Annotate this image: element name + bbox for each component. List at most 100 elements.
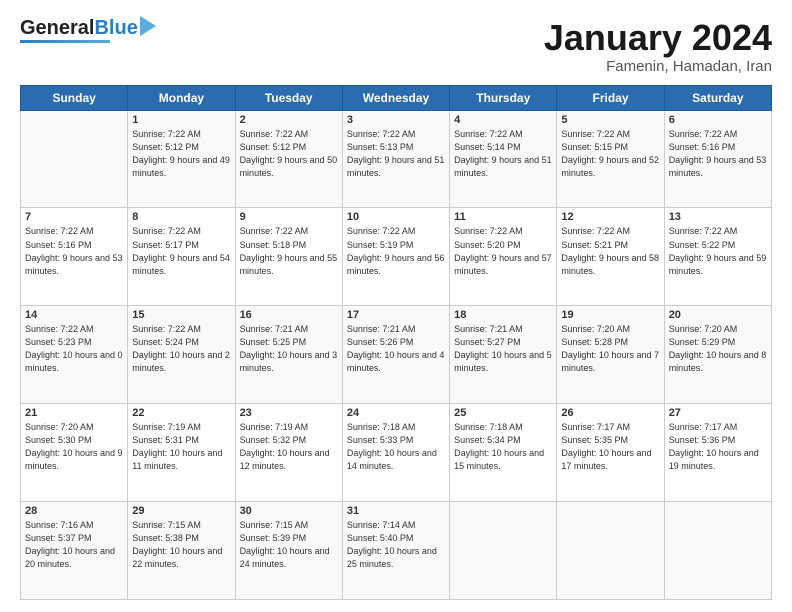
day-number: 5: [561, 114, 659, 126]
calendar-cell: [664, 502, 771, 600]
cell-info: Sunrise: 7:22 AM Sunset: 5:20 PM Dayligh…: [454, 225, 552, 277]
cell-info: Sunrise: 7:22 AM Sunset: 5:12 PM Dayligh…: [240, 128, 338, 180]
cell-info: Sunrise: 7:22 AM Sunset: 5:22 PM Dayligh…: [669, 225, 767, 277]
title-block: January 2024 Famenin, Hamadan, Iran: [544, 18, 772, 75]
cell-info: Sunrise: 7:22 AM Sunset: 5:18 PM Dayligh…: [240, 225, 338, 277]
calendar-body: 1 Sunrise: 7:22 AM Sunset: 5:12 PM Daylig…: [21, 110, 772, 599]
day-number: 31: [347, 505, 445, 517]
cell-info: Sunrise: 7:22 AM Sunset: 5:15 PM Dayligh…: [561, 128, 659, 180]
weekday-header-cell: Monday: [128, 85, 235, 110]
calendar-cell: [557, 502, 664, 600]
calendar-week-row: 21Sunrise: 7:20 AM Sunset: 5:30 PM Dayli…: [21, 404, 772, 502]
logo: GeneralBlue: [20, 18, 156, 43]
calendar-cell: 4Sunrise: 7:22 AM Sunset: 5:14 PM Daylig…: [450, 110, 557, 208]
day-number: 14: [25, 309, 123, 321]
day-number: 7: [25, 211, 123, 223]
day-number: 20: [669, 309, 767, 321]
calendar-cell: 19Sunrise: 7:20 AM Sunset: 5:28 PM Dayli…: [557, 306, 664, 404]
calendar-week-row: 14 Sunrise: 7:22 AM Sunset: 5:23 PM Dayli…: [21, 306, 772, 404]
calendar-cell: 5 Sunrise: 7:22 AM Sunset: 5:15 PM Daylig…: [557, 110, 664, 208]
weekday-header-cell: Tuesday: [235, 85, 342, 110]
day-number: 18: [454, 309, 552, 321]
calendar-week-row: 7 Sunrise: 7:22 AM Sunset: 5:16 PM Daylig…: [21, 208, 772, 306]
calendar-cell: 12 Sunrise: 7:22 AM Sunset: 5:21 PM Dayli…: [557, 208, 664, 306]
calendar-cell: [450, 502, 557, 600]
calendar-cell: 7 Sunrise: 7:22 AM Sunset: 5:16 PM Daylig…: [21, 208, 128, 306]
calendar-cell: 9Sunrise: 7:22 AM Sunset: 5:18 PM Daylig…: [235, 208, 342, 306]
cell-info: Sunrise: 7:22 AM Sunset: 5:16 PM Dayligh…: [25, 225, 123, 277]
calendar-cell: 16Sunrise: 7:21 AM Sunset: 5:25 PM Dayli…: [235, 306, 342, 404]
calendar-cell: 22 Sunrise: 7:19 AM Sunset: 5:31 PM Dayli…: [128, 404, 235, 502]
cell-info: Sunrise: 7:22 AM Sunset: 5:16 PM Dayligh…: [669, 128, 767, 180]
day-number: 28: [25, 505, 123, 517]
calendar-cell: 13 Sunrise: 7:22 AM Sunset: 5:22 PM Dayli…: [664, 208, 771, 306]
month-title: January 2024: [544, 18, 772, 58]
weekday-header-cell: Thursday: [450, 85, 557, 110]
cell-info: Sunrise: 7:21 AM Sunset: 5:26 PM Dayligh…: [347, 323, 445, 375]
logo-text: GeneralBlue: [20, 18, 138, 38]
logo-arrow-icon: [140, 16, 156, 36]
calendar-cell: [21, 110, 128, 208]
day-number: 23: [240, 407, 338, 419]
day-number: 22: [132, 407, 230, 419]
page: GeneralBlue January 2024 Famenin, Hamada…: [0, 0, 792, 612]
calendar-table: SundayMondayTuesdayWednesdayThursdayFrid…: [20, 85, 772, 600]
weekday-header-cell: Friday: [557, 85, 664, 110]
cell-info: Sunrise: 7:18 AM Sunset: 5:34 PM Dayligh…: [454, 421, 552, 473]
location-subtitle: Famenin, Hamadan, Iran: [544, 58, 772, 75]
calendar-cell: 24Sunrise: 7:18 AM Sunset: 5:33 PM Dayli…: [342, 404, 449, 502]
cell-info: Sunrise: 7:20 AM Sunset: 5:28 PM Dayligh…: [561, 323, 659, 375]
day-number: 26: [561, 407, 659, 419]
day-number: 4: [454, 114, 552, 126]
day-number: 30: [240, 505, 338, 517]
calendar-week-row: 28 Sunrise: 7:16 AM Sunset: 5:37 PM Dayli…: [21, 502, 772, 600]
calendar-cell: 27 Sunrise: 7:17 AM Sunset: 5:36 PM Dayli…: [664, 404, 771, 502]
cell-info: Sunrise: 7:17 AM Sunset: 5:36 PM Dayligh…: [669, 421, 767, 473]
calendar-cell: 18Sunrise: 7:21 AM Sunset: 5:27 PM Dayli…: [450, 306, 557, 404]
cell-info: Sunrise: 7:16 AM Sunset: 5:37 PM Dayligh…: [25, 519, 123, 571]
cell-info: Sunrise: 7:22 AM Sunset: 5:24 PM Dayligh…: [132, 323, 230, 375]
day-number: 25: [454, 407, 552, 419]
cell-info: Sunrise: 7:20 AM Sunset: 5:29 PM Dayligh…: [669, 323, 767, 375]
day-number: 10: [347, 211, 445, 223]
calendar-cell: 28 Sunrise: 7:16 AM Sunset: 5:37 PM Dayli…: [21, 502, 128, 600]
header: GeneralBlue January 2024 Famenin, Hamada…: [20, 18, 772, 75]
calendar-cell: 20 Sunrise: 7:20 AM Sunset: 5:29 PM Dayli…: [664, 306, 771, 404]
cell-info: Sunrise: 7:22 AM Sunset: 5:12 PM Dayligh…: [132, 128, 230, 180]
day-number: 1: [132, 114, 230, 126]
calendar-cell: 17 Sunrise: 7:21 AM Sunset: 5:26 PM Dayli…: [342, 306, 449, 404]
cell-info: Sunrise: 7:19 AM Sunset: 5:32 PM Dayligh…: [240, 421, 338, 473]
calendar-cell: 15 Sunrise: 7:22 AM Sunset: 5:24 PM Dayli…: [128, 306, 235, 404]
day-number: 17: [347, 309, 445, 321]
calendar-cell: 6Sunrise: 7:22 AM Sunset: 5:16 PM Daylig…: [664, 110, 771, 208]
day-number: 13: [669, 211, 767, 223]
day-number: 11: [454, 211, 552, 223]
weekday-header-cell: Wednesday: [342, 85, 449, 110]
weekday-header-cell: Sunday: [21, 85, 128, 110]
calendar-cell: 2Sunrise: 7:22 AM Sunset: 5:12 PM Daylig…: [235, 110, 342, 208]
day-number: 27: [669, 407, 767, 419]
calendar-cell: 8Sunrise: 7:22 AM Sunset: 5:17 PM Daylig…: [128, 208, 235, 306]
calendar-cell: 26 Sunrise: 7:17 AM Sunset: 5:35 PM Dayli…: [557, 404, 664, 502]
calendar-week-row: 1 Sunrise: 7:22 AM Sunset: 5:12 PM Daylig…: [21, 110, 772, 208]
calendar-cell: 31Sunrise: 7:14 AM Sunset: 5:40 PM Dayli…: [342, 502, 449, 600]
calendar-cell: 25 Sunrise: 7:18 AM Sunset: 5:34 PM Dayli…: [450, 404, 557, 502]
calendar-cell: 23 Sunrise: 7:19 AM Sunset: 5:32 PM Dayli…: [235, 404, 342, 502]
calendar-cell: 30Sunrise: 7:15 AM Sunset: 5:39 PM Dayli…: [235, 502, 342, 600]
day-number: 15: [132, 309, 230, 321]
logo-bar: [20, 40, 110, 43]
cell-info: Sunrise: 7:17 AM Sunset: 5:35 PM Dayligh…: [561, 421, 659, 473]
calendar-cell: 11 Sunrise: 7:22 AM Sunset: 5:20 PM Dayli…: [450, 208, 557, 306]
day-number: 29: [132, 505, 230, 517]
cell-info: Sunrise: 7:22 AM Sunset: 5:23 PM Dayligh…: [25, 323, 123, 375]
cell-info: Sunrise: 7:22 AM Sunset: 5:13 PM Dayligh…: [347, 128, 445, 180]
calendar-cell: 3Sunrise: 7:22 AM Sunset: 5:13 PM Daylig…: [342, 110, 449, 208]
calendar-cell: 29 Sunrise: 7:15 AM Sunset: 5:38 PM Dayli…: [128, 502, 235, 600]
cell-info: Sunrise: 7:15 AM Sunset: 5:38 PM Dayligh…: [132, 519, 230, 571]
cell-info: Sunrise: 7:19 AM Sunset: 5:31 PM Dayligh…: [132, 421, 230, 473]
cell-info: Sunrise: 7:21 AM Sunset: 5:25 PM Dayligh…: [240, 323, 338, 375]
calendar-cell: 21Sunrise: 7:20 AM Sunset: 5:30 PM Dayli…: [21, 404, 128, 502]
day-number: 21: [25, 407, 123, 419]
day-number: 12: [561, 211, 659, 223]
cell-info: Sunrise: 7:22 AM Sunset: 5:21 PM Dayligh…: [561, 225, 659, 277]
